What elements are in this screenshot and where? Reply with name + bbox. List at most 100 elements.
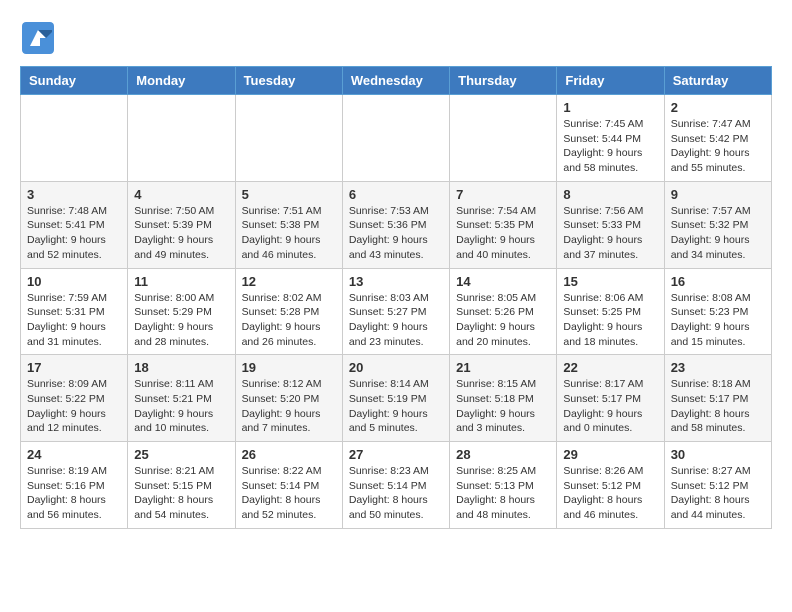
calendar-cell [128,95,235,182]
calendar-cell: 24 Sunrise: 8:19 AM Sunset: 5:16 PM Dayli… [21,442,128,529]
day-info: Sunrise: 7:57 AM Sunset: 5:32 PM Dayligh… [671,204,765,263]
calendar-cell [450,95,557,182]
day-number: 30 [671,447,765,462]
calendar-cell: 6 Sunrise: 7:53 AM Sunset: 5:36 PM Daylig… [342,181,449,268]
day-info: Sunrise: 8:26 AM Sunset: 5:12 PM Dayligh… [563,464,657,523]
day-number: 18 [134,360,228,375]
day-number: 14 [456,274,550,289]
day-info: Sunrise: 7:53 AM Sunset: 5:36 PM Dayligh… [349,204,443,263]
day-number: 24 [27,447,121,462]
logo-icon [20,20,56,56]
weekday-header-saturday: Saturday [664,67,771,95]
calendar-cell: 29 Sunrise: 8:26 AM Sunset: 5:12 PM Dayli… [557,442,664,529]
day-info: Sunrise: 8:19 AM Sunset: 5:16 PM Dayligh… [27,464,121,523]
calendar-cell: 3 Sunrise: 7:48 AM Sunset: 5:41 PM Daylig… [21,181,128,268]
day-info: Sunrise: 8:08 AM Sunset: 5:23 PM Dayligh… [671,291,765,350]
calendar-cell: 25 Sunrise: 8:21 AM Sunset: 5:15 PM Dayli… [128,442,235,529]
calendar-cell: 21 Sunrise: 8:15 AM Sunset: 5:18 PM Dayli… [450,355,557,442]
calendar-cell: 7Sunrise: 7:54 AM Sunset: 5:35 PM Daylig… [450,181,557,268]
calendar-cell: 28 Sunrise: 8:25 AM Sunset: 5:13 PM Dayli… [450,442,557,529]
calendar-cell: 30 Sunrise: 8:27 AM Sunset: 5:12 PM Dayli… [664,442,771,529]
calendar-cell: 9 Sunrise: 7:57 AM Sunset: 5:32 PM Daylig… [664,181,771,268]
calendar-cell: 17 Sunrise: 8:09 AM Sunset: 5:22 PM Dayli… [21,355,128,442]
day-number: 26 [242,447,336,462]
calendar-cell: 4Sunrise: 7:50 AM Sunset: 5:39 PM Daylig… [128,181,235,268]
day-number: 29 [563,447,657,462]
day-info: Sunrise: 8:15 AM Sunset: 5:18 PM Dayligh… [456,377,550,436]
day-info: Sunrise: 8:17 AM Sunset: 5:17 PM Dayligh… [563,377,657,436]
weekday-header-friday: Friday [557,67,664,95]
calendar-cell: 1 Sunrise: 7:45 AM Sunset: 5:44 PM Daylig… [557,95,664,182]
day-number: 10 [27,274,121,289]
day-info: Sunrise: 7:45 AM Sunset: 5:44 PM Dayligh… [563,117,657,176]
calendar-cell [21,95,128,182]
day-info: Sunrise: 8:22 AM Sunset: 5:14 PM Dayligh… [242,464,336,523]
day-number: 27 [349,447,443,462]
calendar-cell: 2 Sunrise: 7:47 AM Sunset: 5:42 PM Daylig… [664,95,771,182]
day-number: 2 [671,100,765,115]
calendar-cell: 14 Sunrise: 8:05 AM Sunset: 5:26 PM Dayli… [450,268,557,355]
day-number: 16 [671,274,765,289]
day-info: Sunrise: 8:18 AM Sunset: 5:17 PM Dayligh… [671,377,765,436]
calendar-cell: 22 Sunrise: 8:17 AM Sunset: 5:17 PM Dayli… [557,355,664,442]
day-info: Sunrise: 7:47 AM Sunset: 5:42 PM Dayligh… [671,117,765,176]
day-info: Sunrise: 8:14 AM Sunset: 5:19 PM Dayligh… [349,377,443,436]
calendar-cell: 27 Sunrise: 8:23 AM Sunset: 5:14 PM Dayli… [342,442,449,529]
day-info: Sunrise: 8:25 AM Sunset: 5:13 PM Dayligh… [456,464,550,523]
day-info: Sunrise: 8:03 AM Sunset: 5:27 PM Dayligh… [349,291,443,350]
day-info: Sunrise: 7:50 AM Sunset: 5:39 PM Dayligh… [134,204,228,263]
day-info: Sunrise: 7:54 AM Sunset: 5:35 PM Dayligh… [456,204,550,263]
weekday-header-sunday: Sunday [21,67,128,95]
calendar-cell: 8 Sunrise: 7:56 AM Sunset: 5:33 PM Daylig… [557,181,664,268]
weekday-header-thursday: Thursday [450,67,557,95]
weekday-header-monday: Monday [128,67,235,95]
day-info: Sunrise: 8:21 AM Sunset: 5:15 PM Dayligh… [134,464,228,523]
calendar-cell [342,95,449,182]
day-info: Sunrise: 7:48 AM Sunset: 5:41 PM Dayligh… [27,204,121,263]
day-number: 5 [242,187,336,202]
calendar-cell: 13 Sunrise: 8:03 AM Sunset: 5:27 PM Dayli… [342,268,449,355]
calendar-table: SundayMondayTuesdayWednesdayThursdayFrid… [20,66,772,529]
day-number: 17 [27,360,121,375]
calendar-cell: 18 Sunrise: 8:11 AM Sunset: 5:21 PM Dayli… [128,355,235,442]
day-info: Sunrise: 8:00 AM Sunset: 5:29 PM Dayligh… [134,291,228,350]
page-header [20,20,772,56]
day-number: 19 [242,360,336,375]
day-number: 22 [563,360,657,375]
day-number: 12 [242,274,336,289]
day-info: Sunrise: 8:11 AM Sunset: 5:21 PM Dayligh… [134,377,228,436]
day-number: 13 [349,274,443,289]
day-number: 15 [563,274,657,289]
day-info: Sunrise: 7:56 AM Sunset: 5:33 PM Dayligh… [563,204,657,263]
day-number: 3 [27,187,121,202]
day-info: Sunrise: 8:23 AM Sunset: 5:14 PM Dayligh… [349,464,443,523]
weekday-header-wednesday: Wednesday [342,67,449,95]
calendar-cell: 10Sunrise: 7:59 AM Sunset: 5:31 PM Dayli… [21,268,128,355]
calendar-cell: 20 Sunrise: 8:14 AM Sunset: 5:19 PM Dayli… [342,355,449,442]
day-number: 25 [134,447,228,462]
day-info: Sunrise: 8:05 AM Sunset: 5:26 PM Dayligh… [456,291,550,350]
day-number: 1 [563,100,657,115]
day-number: 6 [349,187,443,202]
day-info: Sunrise: 8:06 AM Sunset: 5:25 PM Dayligh… [563,291,657,350]
logo [20,20,62,56]
day-number: 20 [349,360,443,375]
calendar-cell [235,95,342,182]
day-number: 21 [456,360,550,375]
day-number: 11 [134,274,228,289]
day-number: 23 [671,360,765,375]
calendar-cell: 12 Sunrise: 8:02 AM Sunset: 5:28 PM Dayli… [235,268,342,355]
calendar-cell: 5Sunrise: 7:51 AM Sunset: 5:38 PM Daylig… [235,181,342,268]
calendar-cell: 16 Sunrise: 8:08 AM Sunset: 5:23 PM Dayli… [664,268,771,355]
day-number: 28 [456,447,550,462]
day-info: Sunrise: 8:12 AM Sunset: 5:20 PM Dayligh… [242,377,336,436]
day-info: Sunrise: 8:09 AM Sunset: 5:22 PM Dayligh… [27,377,121,436]
calendar-cell: 19 Sunrise: 8:12 AM Sunset: 5:20 PM Dayli… [235,355,342,442]
calendar-cell: 23 Sunrise: 8:18 AM Sunset: 5:17 PM Dayli… [664,355,771,442]
day-info: Sunrise: 8:02 AM Sunset: 5:28 PM Dayligh… [242,291,336,350]
day-number: 8 [563,187,657,202]
calendar-cell: 11 Sunrise: 8:00 AM Sunset: 5:29 PM Dayli… [128,268,235,355]
calendar-cell: 15 Sunrise: 8:06 AM Sunset: 5:25 PM Dayli… [557,268,664,355]
day-info: Sunrise: 8:27 AM Sunset: 5:12 PM Dayligh… [671,464,765,523]
day-number: 9 [671,187,765,202]
